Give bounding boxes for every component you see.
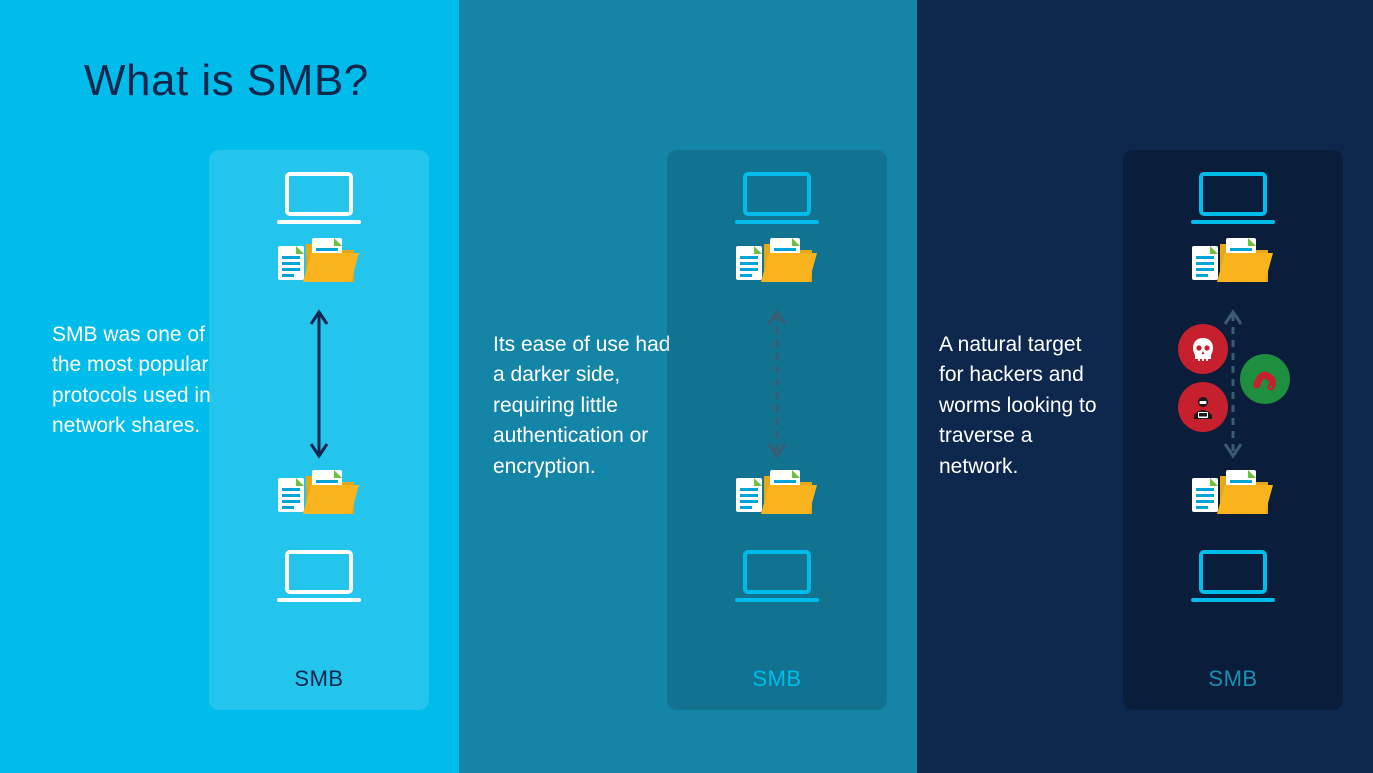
card-label: SMB xyxy=(294,666,343,692)
panel-darkside: Its ease of use had a darker side, requi… xyxy=(459,0,917,773)
folder-files-icon xyxy=(278,470,360,530)
laptop-icon xyxy=(735,164,819,226)
panel-2-description: Its ease of use had a darker side, requi… xyxy=(493,330,673,482)
card-label: SMB xyxy=(752,666,801,692)
worm-icon xyxy=(1240,354,1290,404)
smb-card-1: SMB xyxy=(209,150,429,710)
smb-card-3: SMB xyxy=(1123,150,1343,710)
double-arrow-icon xyxy=(309,304,329,464)
folder-files-icon xyxy=(1192,470,1274,530)
page-title: What is SMB? xyxy=(84,56,369,106)
laptop-icon xyxy=(277,164,361,226)
panel-hackers: A natural target for hackers and worms l… xyxy=(917,0,1373,773)
double-arrow-dashed-icon xyxy=(1223,304,1243,464)
panel-3-description: A natural target for hackers and worms l… xyxy=(939,330,1109,482)
laptop-icon xyxy=(735,542,819,604)
hacker-icon xyxy=(1178,382,1228,432)
folder-files-icon xyxy=(278,238,360,298)
card-label: SMB xyxy=(1208,666,1257,692)
laptop-icon xyxy=(277,542,361,604)
folder-files-icon xyxy=(1192,238,1274,298)
laptop-icon xyxy=(1191,542,1275,604)
panel-1-description: SMB was one of the most popular protocol… xyxy=(52,320,212,442)
panel-popular: What is SMB? SMB was one of the most pop… xyxy=(0,0,459,773)
folder-files-icon xyxy=(736,470,818,530)
double-arrow-dashed-icon xyxy=(767,304,787,464)
smb-card-2: SMB xyxy=(667,150,887,710)
laptop-icon xyxy=(1191,164,1275,226)
folder-files-icon xyxy=(736,238,818,298)
skull-icon xyxy=(1178,324,1228,374)
